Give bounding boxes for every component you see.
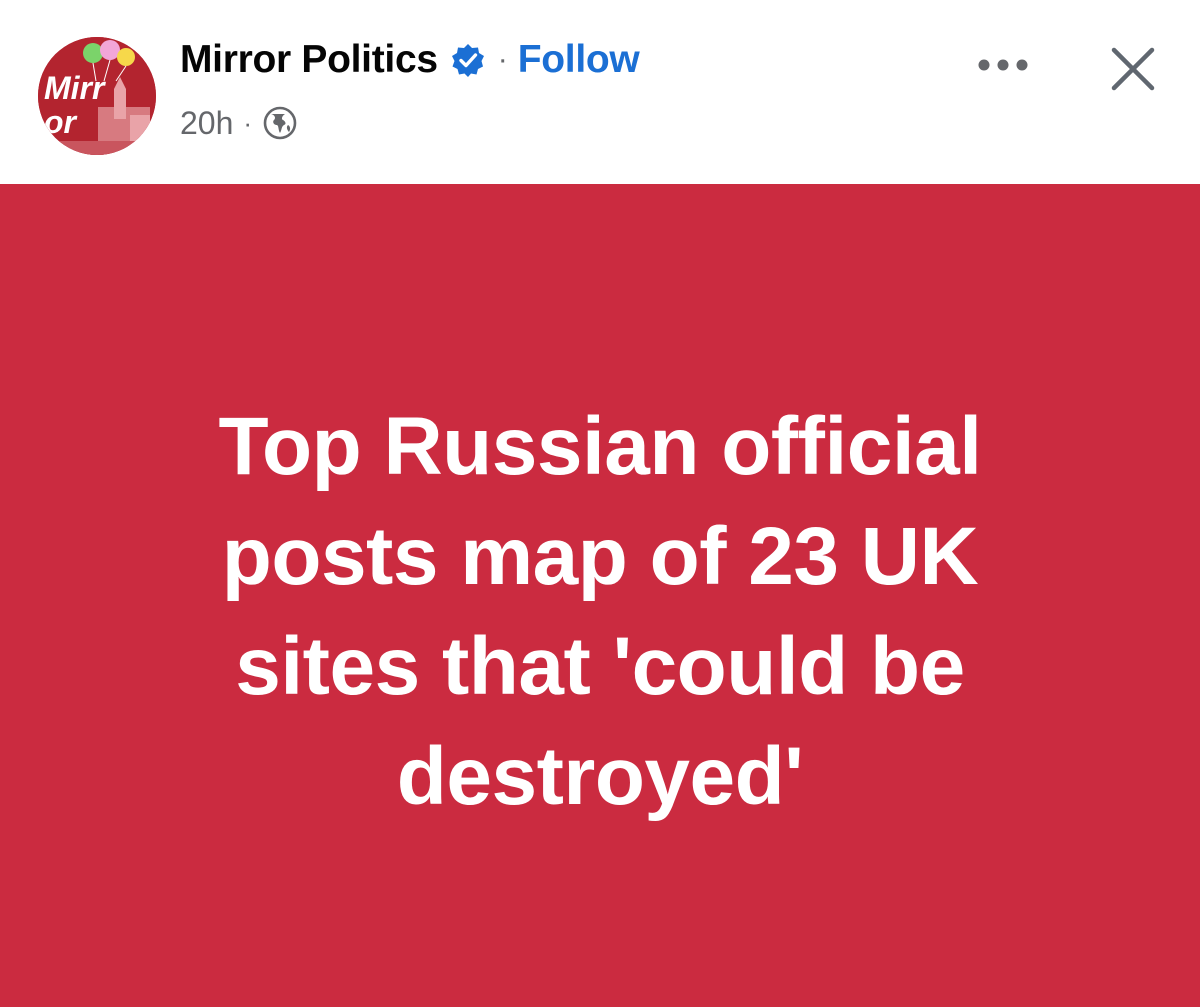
page-name-row: Mirror Politics · Follow [180, 36, 640, 84]
mirror-logo: Mirr or [38, 37, 156, 155]
headline-line: sites that 'could be [235, 621, 965, 712]
post-timestamp[interactable]: 20h [180, 105, 233, 142]
page-name[interactable]: Mirror Politics [180, 38, 438, 82]
follow-button[interactable]: Follow [518, 38, 640, 82]
more-options-icon[interactable] [968, 40, 1038, 90]
headline-text: Top Russian official posts map of 23 UK … [0, 392, 1200, 832]
svg-text:or: or [44, 104, 78, 140]
verified-badge-icon [450, 42, 486, 78]
close-icon[interactable] [1100, 36, 1166, 102]
svg-text:Mirr: Mirr [44, 70, 106, 106]
post-header: Mirr or Mirror Politics · Follow 20h · [0, 0, 1200, 184]
headline-line: destroyed' [396, 731, 804, 822]
headline-line: Top Russian official [218, 401, 983, 492]
globe-icon[interactable] [262, 105, 298, 141]
meta-separator-dot: · [243, 107, 253, 138]
post-meta: 20h · [180, 101, 298, 145]
headline-line: posts map of 23 UK [221, 511, 979, 602]
separator-dot: · [497, 43, 508, 76]
page-avatar[interactable]: Mirr or [38, 37, 156, 155]
facebook-post: Mirr or Mirror Politics · Follow 20h · T… [0, 0, 1200, 1007]
